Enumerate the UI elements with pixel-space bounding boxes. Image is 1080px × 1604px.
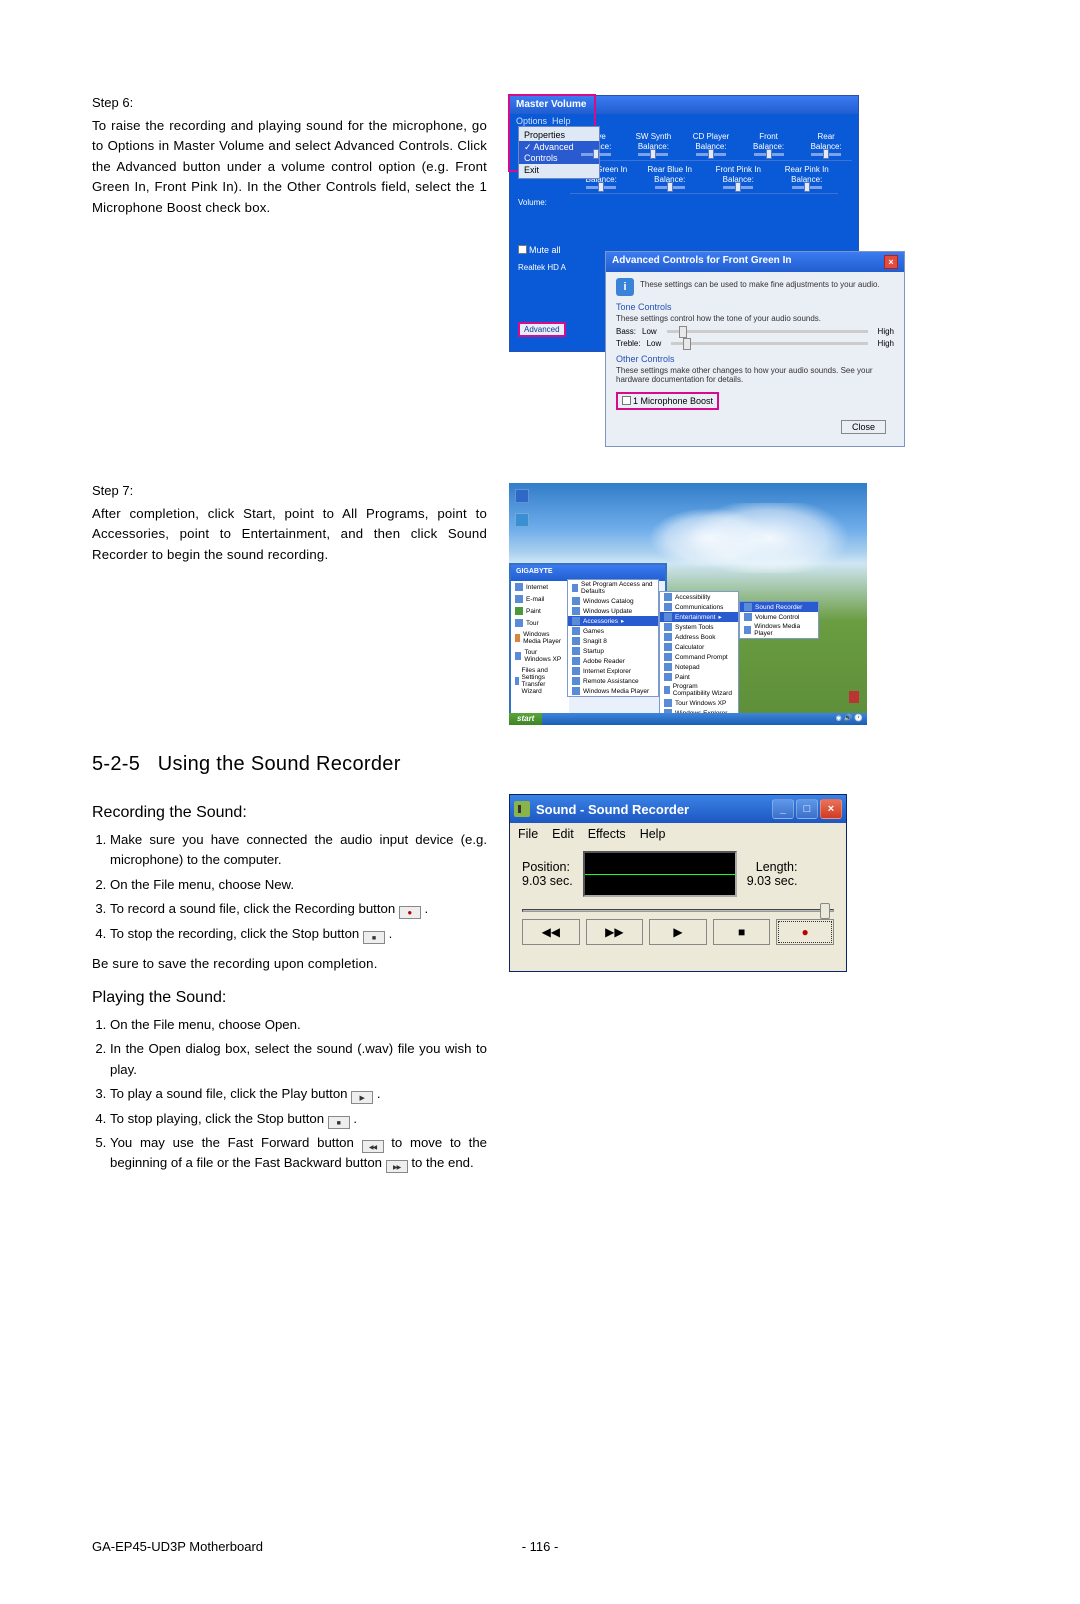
sr-forward-button[interactable]: ▶▶	[586, 919, 644, 945]
other-controls-label: Other Controls	[616, 354, 894, 364]
sr-length-value: 9.03 sec.	[747, 874, 798, 888]
tone-controls-label: Tone Controls	[616, 302, 894, 312]
start-item[interactable]: Paint	[511, 605, 569, 617]
start-item[interactable]: Files and Settings Transfer Wizard	[511, 665, 569, 697]
advanced-controls-dialog: Advanced Controls for Front Green In× iT…	[605, 251, 905, 447]
start-item[interactable]: Windows Media Player	[511, 629, 569, 647]
maximize-button[interactable]: □	[796, 799, 818, 819]
desktop-icon[interactable]	[515, 513, 529, 527]
bass-label: Bass:	[616, 327, 636, 336]
mv-dd-properties[interactable]: Properties	[519, 129, 599, 141]
recording-step-2: On the File menu, choose New.	[110, 875, 487, 895]
mv-col-swsynth: SW Synth	[628, 132, 680, 141]
advdlg-close-button[interactable]: ×	[884, 255, 898, 269]
recording-step-3: To record a sound file, click the Record…	[110, 899, 487, 919]
sr-play-button[interactable]: ▶	[649, 919, 707, 945]
advdlg-title: Advanced Controls for Front Green In	[612, 255, 791, 269]
sound-recorder-icon	[514, 801, 530, 817]
close-button[interactable]: ×	[820, 799, 842, 819]
desktop-screenshot: GIGABYTE Internet E-mail Paint Tour Wind…	[509, 483, 867, 725]
start-item[interactable]: Internet	[511, 581, 569, 593]
advanced-button[interactable]: Advanced	[518, 322, 566, 337]
fast-backward-icon	[386, 1160, 408, 1173]
mv-volume-label: Volume:	[518, 198, 572, 207]
sound-recorder-item[interactable]: Sound Recorder	[740, 602, 818, 612]
sound-recorder-window: Sound - Sound Recorder _ □ × File Edit E…	[509, 794, 847, 972]
mic-boost-checkbox[interactable]: 1 Microphone Boost	[616, 392, 719, 410]
recording-step-4: To stop the recording, click the Stop bu…	[110, 924, 487, 944]
start-item[interactable]: E-mail	[511, 593, 569, 605]
recording-heading: Recording the Sound:	[92, 804, 487, 822]
all-programs-submenu[interactable]: Set Program Access and Defaults Windows …	[567, 579, 659, 697]
sr-position-value: 9.03 sec.	[522, 874, 573, 888]
advdlg-close[interactable]: Close	[841, 420, 886, 434]
entertainment-submenu[interactable]: Sound Recorder Volume Control Windows Me…	[739, 601, 819, 639]
playing-step-3: To play a sound file, click the Play but…	[110, 1084, 487, 1104]
step6-text: To raise the recording and playing sound…	[92, 116, 487, 218]
treble-label: Treble:	[616, 339, 641, 348]
sr-record-button[interactable]: ●	[776, 919, 834, 945]
mv-device-label: Realtek HD A	[518, 263, 572, 272]
advdlg-intro: These settings can be used to make fine …	[640, 280, 880, 289]
system-tray[interactable]: ◉ 🔊 🕐	[832, 713, 867, 725]
mv-col-fpink: Front Pink In	[707, 165, 770, 174]
sr-position-label: Position:	[522, 860, 573, 874]
mv-col-front: Front	[743, 132, 795, 141]
playing-step-2: In the Open dialog box, select the sound…	[110, 1039, 487, 1080]
step7-text: After completion, click Start, point to …	[92, 504, 487, 565]
entertainment-item[interactable]: Entertainment ▸	[660, 612, 738, 622]
sr-menu-edit[interactable]: Edit	[552, 827, 574, 841]
playing-step-4: To stop playing, click the Stop button .	[110, 1109, 487, 1129]
step7-label: Step 7:	[92, 483, 487, 498]
recording-tail: Be sure to save the recording upon compl…	[92, 954, 487, 974]
play-icon	[351, 1091, 373, 1104]
step6-label: Step 6:	[92, 95, 487, 110]
section-5-2-5-heading: 5-2-5 Using the Sound Recorder	[92, 753, 988, 776]
desktop-icon[interactable]	[515, 489, 529, 503]
other-desc: These settings make other changes to how…	[616, 366, 894, 384]
mv-dd-exit[interactable]: Exit	[519, 164, 599, 176]
mute-all-checkbox[interactable]	[518, 245, 527, 254]
sr-menu-help[interactable]: Help	[640, 827, 666, 841]
fast-forward-icon	[362, 1140, 384, 1153]
mv-col-rpink: Rear Pink In	[776, 165, 839, 174]
accessories-submenu[interactable]: Accessibility Communications Entertainme…	[659, 591, 739, 725]
sr-length-label: Length:	[747, 860, 798, 874]
record-icon	[399, 906, 421, 919]
footer-page-number: - 116 -	[522, 1539, 559, 1554]
info-icon: i	[616, 278, 634, 296]
bass-slider[interactable]	[667, 330, 868, 333]
tone-desc: These settings control how the tone of y…	[616, 314, 894, 323]
start-item[interactable]: Tour Windows XP	[511, 647, 569, 665]
sr-menu-file[interactable]: File	[518, 827, 538, 841]
playing-heading: Playing the Sound:	[92, 989, 487, 1007]
mv-mute-all: Mute all	[529, 245, 561, 255]
sr-rewind-button[interactable]: ◀◀	[522, 919, 580, 945]
footer-left: GA-EP45-UD3P Motherboard	[92, 1539, 263, 1554]
sound-recorder-title: Sound - Sound Recorder	[536, 802, 689, 817]
playing-step-5: You may use the Fast Forward button to m…	[110, 1133, 487, 1174]
sr-menu-effects[interactable]: Effects	[588, 827, 626, 841]
sr-waveform	[583, 851, 737, 897]
accessories-item[interactable]: Accessories ▸	[568, 616, 658, 626]
stop-icon	[328, 1116, 350, 1129]
sr-position-slider[interactable]	[522, 905, 834, 915]
taskbar[interactable]: start ◉ 🔊 🕐	[509, 713, 867, 725]
sr-stop-button[interactable]: ■	[713, 919, 771, 945]
master-volume-screenshot: Master Volume Options Help Properties ✓ …	[509, 95, 869, 455]
start-button[interactable]: start	[509, 713, 542, 725]
mv-col-cdplayer: CD Player	[685, 132, 737, 141]
stop-icon	[363, 931, 385, 944]
mv-col-rblue: Rear Blue In	[639, 165, 702, 174]
treble-slider[interactable]	[671, 342, 867, 345]
tray-icon[interactable]	[849, 691, 859, 703]
mv-col-rear: Rear	[800, 132, 852, 141]
start-item[interactable]: Tour	[511, 617, 569, 629]
playing-step-1: On the File menu, choose Open.	[110, 1015, 487, 1035]
minimize-button[interactable]: _	[772, 799, 794, 819]
recording-step-1: Make sure you have connected the audio i…	[110, 830, 487, 871]
